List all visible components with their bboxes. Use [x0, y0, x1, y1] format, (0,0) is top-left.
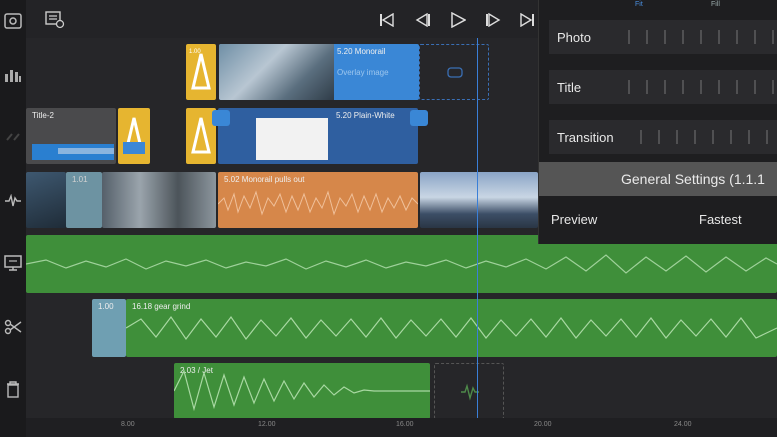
title-duration-row[interactable]: Title	[549, 70, 777, 104]
ruler-label-24: 24.00	[674, 421, 692, 428]
play-icon[interactable]	[447, 9, 469, 31]
time-ruler[interactable]: 8.00 12.00 16.00 20.00 24.00	[26, 418, 777, 437]
audio-small-label: 1.00	[98, 302, 114, 311]
video-editor: 1.00 5.20 Monorail Overlay image Title-2	[0, 0, 777, 437]
trash-icon[interactable]	[0, 376, 26, 402]
ruler-label-20: 20.00	[534, 421, 552, 428]
settings-panel: Fit Fill Photo Title Transition General …	[538, 0, 777, 244]
jet-clip[interactable]: 2.03 / Jet	[174, 363, 430, 419]
tab-fill[interactable]: Fill	[711, 1, 720, 8]
tab-fit[interactable]: Fit	[635, 1, 643, 8]
transition-duration-row[interactable]: Transition	[549, 120, 777, 154]
link-icon[interactable]	[0, 124, 26, 150]
title-clip-1[interactable]: Title-2	[26, 108, 116, 164]
bar-chart-icon[interactable]	[0, 62, 26, 88]
general-settings-header[interactable]: General Settings (1.1.1	[539, 162, 777, 196]
video-small-label: 1.01	[72, 175, 88, 184]
audio-track-2: 1.00 16.18 gear grind	[26, 298, 777, 358]
photo-duration-row[interactable]: Photo	[549, 20, 777, 54]
film-strip-icon[interactable]	[0, 8, 26, 34]
monitor-icon[interactable]	[0, 250, 26, 276]
media-browser-icon[interactable]	[44, 9, 66, 31]
step-forward-icon[interactable]	[482, 9, 504, 31]
scissors-icon[interactable]	[0, 314, 26, 340]
transition-label: Transition	[557, 129, 614, 145]
ruler-label-12: 12.00	[258, 421, 276, 428]
video-clip-sea[interactable]	[420, 172, 538, 228]
title-transition-clip[interactable]	[118, 108, 150, 164]
audio-small-clip[interactable]: 1.00	[92, 299, 126, 357]
title-clip-2[interactable]: 5.20 Plain-White	[218, 108, 418, 164]
audio-track-3: 2.03 / Jet	[26, 362, 777, 420]
preview-label: Preview	[551, 212, 598, 227]
overlay-clip-label: 5.20 Monorail	[337, 47, 386, 56]
left-sidebar	[0, 0, 26, 437]
video-clip-train[interactable]	[102, 172, 216, 228]
title-clip-1-label: Title-2	[32, 111, 54, 120]
photo-label: Photo	[557, 29, 591, 45]
gear-grind-clip[interactable]: 16.18 gear grind	[126, 299, 777, 357]
link-handle-right[interactable]	[410, 110, 428, 126]
ruler-label-8: 8.00	[121, 421, 135, 428]
overlay-placeholder-slot[interactable]	[419, 44, 489, 100]
preview-quality-value[interactable]: Fastest	[699, 212, 742, 227]
title-clip-2-label: 5.20 Plain-White	[336, 111, 395, 120]
transport-toolbar	[26, 0, 586, 38]
transition-clip[interactable]: 1.00	[186, 44, 216, 100]
video-clip-small[interactable]: 1.01	[66, 172, 102, 228]
step-back-icon[interactable]	[412, 9, 434, 31]
ruler-label-16: 16.00	[396, 421, 414, 428]
video-clip-1[interactable]	[26, 172, 66, 228]
waveform-edit-icon[interactable]	[0, 188, 26, 214]
audio-placeholder-slot[interactable]	[434, 363, 504, 419]
skip-back-icon[interactable]	[376, 9, 398, 31]
overlay-image-clip[interactable]: 5.20 Monorail Overlay image	[219, 44, 419, 100]
main-audio-video-clip[interactable]: 5.02 Monorail pulls out	[218, 172, 418, 228]
svg-text:1.00: 1.00	[189, 49, 201, 55]
overlay-clip-sublabel: Overlay image	[337, 68, 389, 77]
skip-forward-icon[interactable]	[516, 9, 538, 31]
title-label: Title	[557, 79, 582, 95]
link-handle-left[interactable]	[212, 110, 230, 126]
playhead[interactable]	[477, 38, 478, 437]
